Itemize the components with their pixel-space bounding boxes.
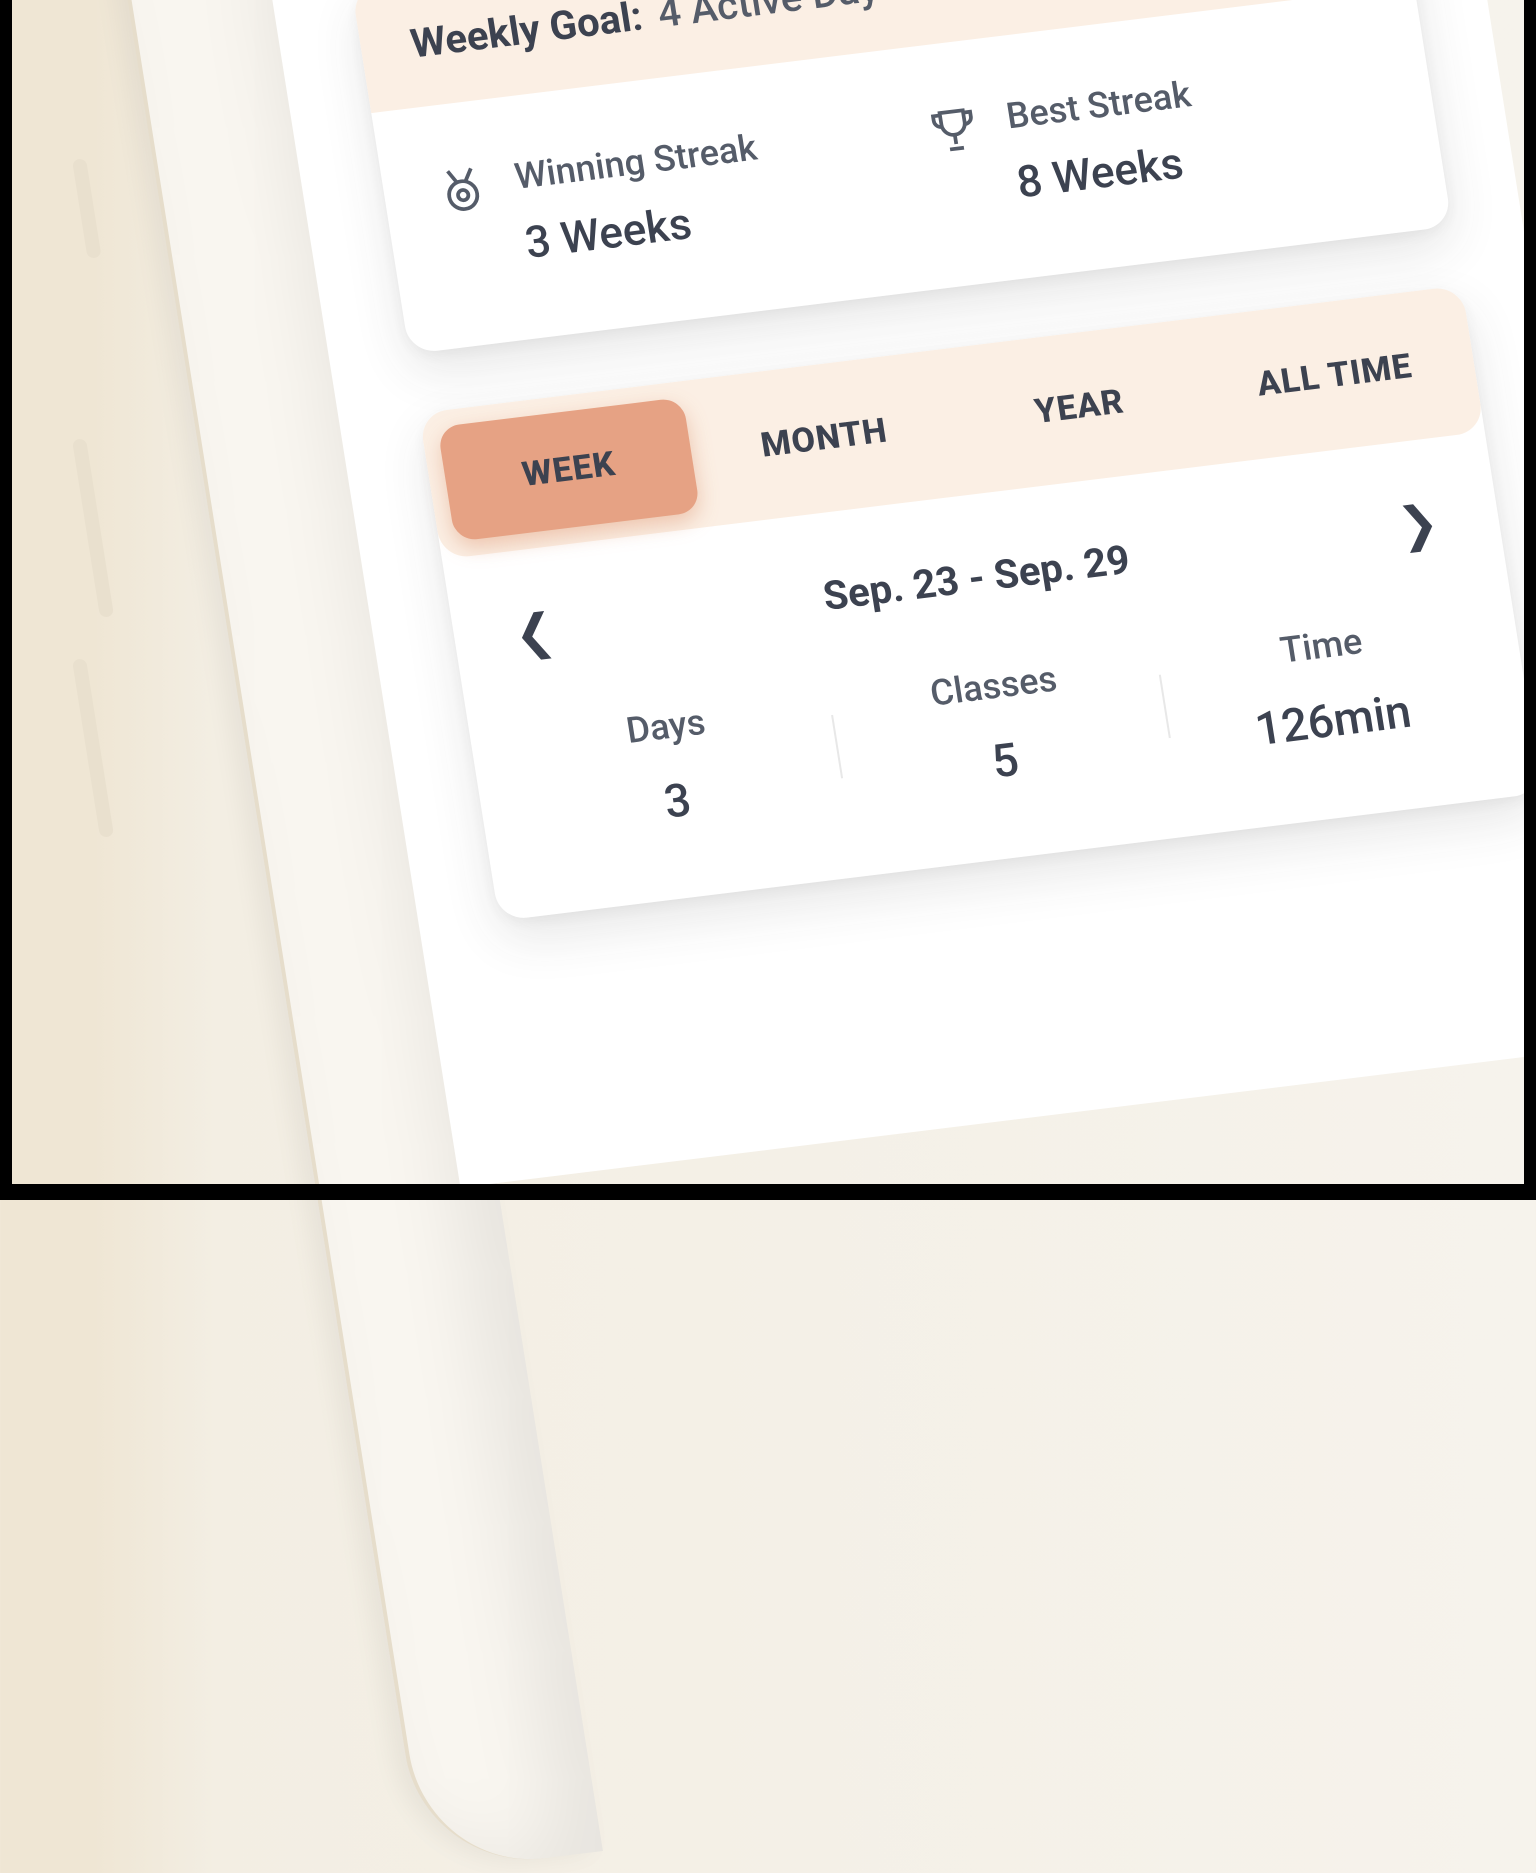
winning-streak-value: 3 Weeks [521, 188, 771, 269]
best-streak: Best Streak 8 Weeks [922, 50, 1392, 218]
winning-streak-label: Winning Streak [512, 127, 760, 198]
range-label: Sep. 23 - Sep. 29 [820, 536, 1133, 620]
chevron-right-icon[interactable]: ❯ [1384, 492, 1453, 556]
phone-volume-down [72, 658, 114, 837]
weekly-goal-label: Weekly Goal: [407, 0, 645, 68]
image-crop-edge [1524, 0, 1536, 1200]
stat-classes-label: Classes [826, 645, 1160, 727]
image-crop-edge [0, 0, 12, 1200]
stat-classes: Classes 5 [826, 645, 1173, 808]
stat-days-label: Days [499, 686, 833, 768]
best-streak-value: 8 Weeks [1013, 135, 1205, 209]
stat-time-value: 126min [1165, 674, 1501, 768]
phone-volume-up [72, 438, 114, 617]
stats-card: WEEK MONTH YEAR ALL TIME ❮ Sep. 23 - Sep… [419, 285, 1536, 921]
stat-time-label: Time [1154, 605, 1488, 687]
stat-time: Time 126min [1154, 605, 1501, 768]
stat-days: Days 3 [499, 686, 846, 849]
range-tab-week[interactable]: WEEK [437, 397, 700, 542]
stat-days-value: 3 [510, 755, 846, 849]
achievements-card: Weekly Goal: 4 Active Days Winning Strea… [351, 0, 1452, 354]
medal-icon [430, 159, 494, 221]
stat-classes-value: 5 [837, 714, 1173, 808]
phone-side-button [72, 158, 102, 258]
app-screen: My Achievements i Weekly Goal: 4 Active … [239, 0, 1536, 1188]
chevron-left-icon[interactable]: ❮ [500, 600, 569, 664]
range-tab-year[interactable]: YEAR [948, 334, 1211, 479]
image-crop-edge [0, 1184, 1536, 1200]
range-tab-month[interactable]: MONTH [692, 366, 955, 511]
range-tab-all[interactable]: ALL TIME [1203, 303, 1466, 448]
trophy-icon [922, 99, 986, 161]
winning-streak: Winning Streak 3 Weeks [430, 111, 900, 279]
weekly-goal-value: 4 Active Days [654, 0, 902, 37]
best-streak-label: Best Streak [1003, 73, 1193, 137]
